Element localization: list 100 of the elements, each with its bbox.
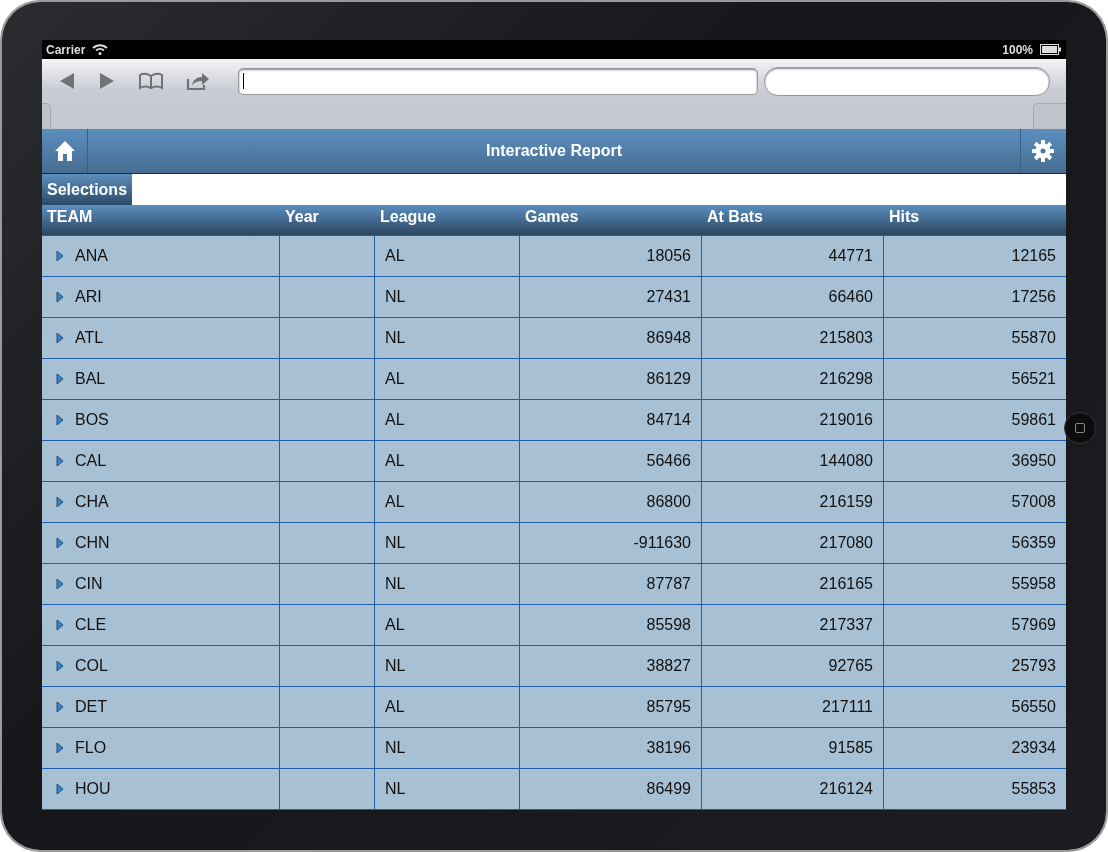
table-cell: AL: [375, 441, 520, 481]
expand-triangle-icon[interactable]: [56, 783, 64, 795]
team-name: FLO: [75, 739, 107, 757]
table-cell: 38827: [520, 646, 702, 686]
table-cell: AL: [375, 236, 520, 276]
column-header[interactable]: Year: [280, 205, 375, 235]
expand-triangle-icon[interactable]: [56, 537, 64, 549]
team-name: ARI: [75, 288, 102, 306]
table-cell-text: 36950: [1010, 451, 1057, 471]
table-cell: NL: [375, 728, 520, 768]
table-cell: NL: [375, 769, 520, 809]
table-cell: 91585: [702, 728, 884, 768]
table-cell: AL: [375, 687, 520, 727]
table-cell: NL: [375, 646, 520, 686]
expand-triangle-icon[interactable]: [56, 660, 64, 672]
team-name: DET: [75, 698, 107, 716]
team-name: CIN: [75, 575, 103, 593]
table-cell: 86499: [520, 769, 702, 809]
team-name: CHN: [75, 534, 110, 552]
expand-triangle-icon[interactable]: [56, 250, 64, 262]
team-name: BAL: [75, 370, 106, 388]
table-cell-text: 56521: [1010, 369, 1057, 389]
table-cell: NL: [375, 318, 520, 358]
table-cell: 216159: [702, 482, 884, 522]
team-name: CHA: [75, 493, 109, 511]
table-cell: 87787: [520, 564, 702, 604]
expand-triangle-icon[interactable]: [56, 742, 64, 754]
settings-icon: [1032, 140, 1055, 162]
team-name: BOS: [75, 411, 109, 429]
table-cell: 144080: [702, 441, 884, 481]
table-cell: -911630: [520, 523, 702, 563]
expand-triangle-icon[interactable]: [56, 455, 64, 467]
table-cell-text: 25793: [1010, 656, 1057, 676]
table-cell-text: 55853: [1010, 779, 1057, 799]
table-cell: 219016: [702, 400, 884, 440]
home-icon: [53, 140, 76, 162]
expand-triangle-icon[interactable]: [56, 496, 64, 508]
table-cell: AL: [375, 400, 520, 440]
expand-triangle-icon[interactable]: [56, 578, 64, 590]
address-field[interactable]: [238, 67, 758, 95]
table-cell: AL: [375, 605, 520, 645]
table-cell: 217080: [702, 523, 884, 563]
table-cell: 216298: [702, 359, 884, 399]
search-field[interactable]: [764, 66, 1050, 96]
table-cell: NL: [375, 277, 520, 317]
column-header[interactable]: Hits: [884, 205, 1066, 235]
battery-percent: 100%: [1002, 42, 1033, 57]
column-header[interactable]: Games: [520, 205, 702, 235]
battery-icon: [1040, 44, 1062, 55]
back-icon[interactable]: [58, 72, 76, 90]
team-name: ATL: [75, 329, 104, 347]
expand-triangle-icon[interactable]: [56, 619, 64, 631]
table-cell: AL: [375, 482, 520, 522]
team-name: HOU: [75, 780, 111, 798]
table-cell: 216124: [702, 769, 884, 809]
expand-triangle-icon[interactable]: [56, 414, 64, 426]
table-cell: 66460: [702, 277, 884, 317]
book-icon[interactable]: [138, 72, 164, 90]
table-cell-text: 56359: [1010, 533, 1057, 553]
table-cell: 84714: [520, 400, 702, 440]
selections-button[interactable]: Selections: [42, 174, 133, 205]
wifi-icon: [92, 44, 109, 55]
table-cell: 92765: [702, 646, 884, 686]
table-cell: 217111: [702, 687, 884, 727]
home-key[interactable]: [1064, 412, 1096, 444]
table-cell: AL: [375, 359, 520, 399]
table-cell: 85795: [520, 687, 702, 727]
table-cell: 86129: [520, 359, 702, 399]
header-title: Interactive Report: [485, 142, 622, 160]
table-cell-text: 56550: [1010, 697, 1057, 717]
table-cell-text: 59861: [1010, 410, 1057, 430]
table-cell: 215803: [702, 318, 884, 358]
table-cell: 217337: [702, 605, 884, 645]
table-cell: NL: [375, 564, 520, 604]
table-cell: 44771: [702, 236, 884, 276]
table-cell: 216165: [702, 564, 884, 604]
team-name: CLE: [75, 616, 107, 634]
table-cell: 18056: [520, 236, 702, 276]
table-cell-text: 55870: [1010, 328, 1057, 348]
team-name: ANA: [75, 247, 108, 265]
table-cell: 85598: [520, 605, 702, 645]
table-cell: 86948: [520, 318, 702, 358]
table-cell-text: 12165: [1010, 246, 1057, 266]
expand-triangle-icon[interactable]: [56, 373, 64, 385]
team-name: CAL: [75, 452, 107, 470]
table-cell: NL: [375, 523, 520, 563]
forward-icon[interactable]: [98, 72, 116, 90]
table-cell: 27431: [520, 277, 702, 317]
table-cell-text: 55958: [1010, 574, 1057, 594]
column-header[interactable]: League: [375, 205, 520, 235]
expand-triangle-icon[interactable]: [56, 701, 64, 713]
expand-triangle-icon[interactable]: [56, 332, 64, 344]
table-cell-text: 17256: [1010, 287, 1057, 307]
table-cell-text: 23934: [1010, 738, 1057, 758]
table-cell: 38196: [520, 728, 702, 768]
column-header[interactable]: At Bats: [702, 205, 884, 235]
column-header[interactable]: TEAM: [42, 205, 280, 235]
table-cell-text: 57008: [1010, 492, 1057, 512]
share-icon[interactable]: [186, 71, 210, 91]
expand-triangle-icon[interactable]: [56, 291, 64, 303]
